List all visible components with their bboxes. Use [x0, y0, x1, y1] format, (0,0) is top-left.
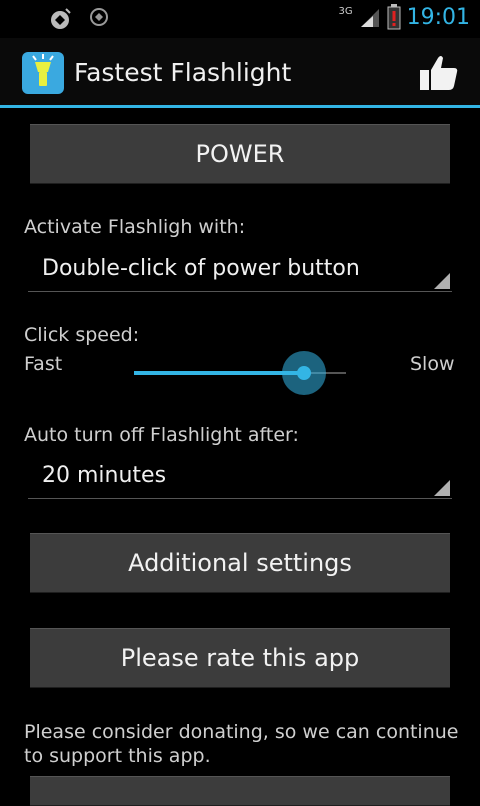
speed-slider-fill — [134, 371, 304, 375]
speed-slider-thumb[interactable] — [296, 366, 311, 380]
activate-label: Activate Flashligh with: — [24, 216, 246, 238]
status-bar: 3G 19:01 — [0, 0, 480, 38]
system-icons: 3G 19:01 — [338, 4, 470, 30]
network-type: 3G — [338, 6, 353, 17]
power-button[interactable]: POWER — [30, 124, 450, 184]
additional-settings-button[interactable]: Additional settings — [30, 533, 450, 593]
signal-icon — [360, 9, 379, 27]
rate-app-label: Please rate this app — [120, 644, 360, 672]
spinner-dropdown-icon — [434, 480, 450, 496]
flashlight-icon — [22, 52, 64, 94]
rate-app-button[interactable]: Please rate this app — [30, 628, 450, 688]
power-button-label: POWER — [195, 140, 285, 168]
thumbs-up-icon[interactable] — [418, 52, 460, 94]
speed-fast-label: Fast — [24, 353, 63, 375]
notification-icons — [48, 6, 110, 32]
auto-off-spinner-value: 20 minutes — [42, 463, 167, 488]
auto-off-label: Auto turn off Flashlight after: — [24, 424, 299, 446]
notification-app-icon — [51, 8, 71, 29]
click-speed-label: Click speed: — [24, 324, 140, 346]
speed-slow-label: Slow — [410, 353, 455, 375]
additional-settings-label: Additional settings — [128, 549, 352, 577]
action-bar: Fastest Flashlight — [0, 38, 480, 108]
app-title: Fastest Flashlight — [74, 58, 292, 87]
notification-app-icon-2 — [90, 8, 108, 26]
donate-text: Please consider donating, so we can cont… — [24, 721, 459, 767]
auto-off-spinner[interactable]: 20 minutes — [28, 455, 452, 499]
battery-alert-icon — [387, 4, 401, 30]
activate-spinner[interactable]: Double-click of power button — [28, 248, 452, 292]
spinner-dropdown-icon — [434, 273, 450, 289]
donate-button[interactable] — [30, 776, 450, 806]
action-bar-divider — [0, 105, 480, 108]
activate-spinner-value: Double-click of power button — [42, 256, 360, 281]
clock: 19:01 — [406, 4, 470, 30]
